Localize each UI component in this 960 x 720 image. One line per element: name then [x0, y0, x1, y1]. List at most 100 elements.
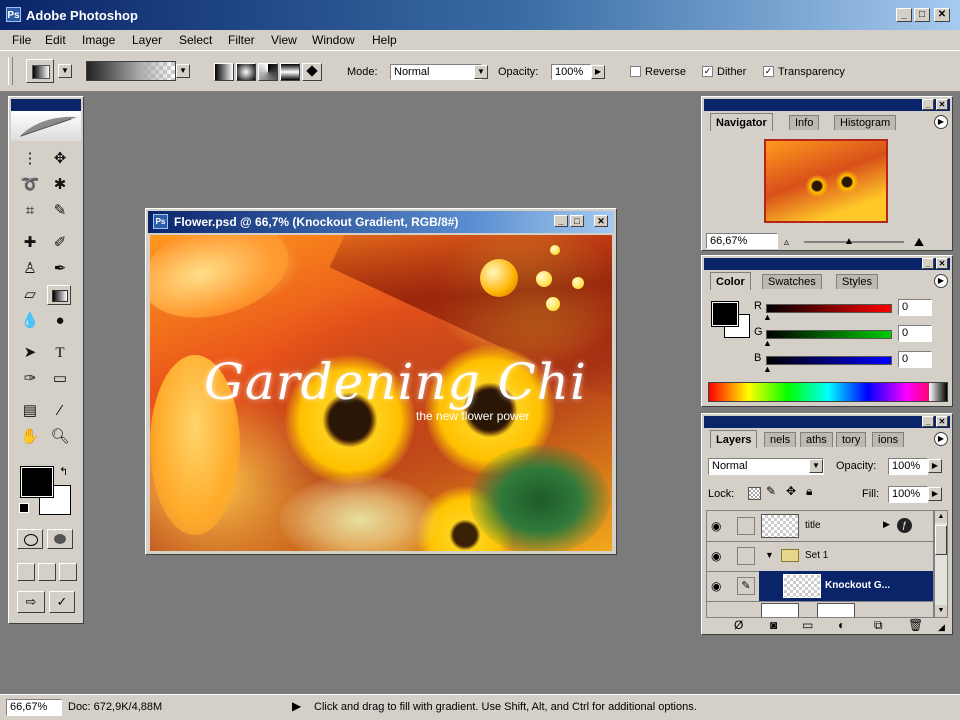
menu-layer[interactable]: Layer	[132, 33, 162, 47]
marquee-tool-icon[interactable]: ⋮	[17, 147, 43, 171]
tab-swatches[interactable]: Swatches	[762, 274, 822, 289]
close-button[interactable]: ✕	[934, 8, 950, 22]
layers-menu-icon[interactable]: ▶	[934, 432, 948, 446]
scroll-up-button[interactable]: ▲	[935, 511, 947, 523]
radial-gradient-button[interactable]	[236, 63, 256, 81]
status-menu-arrow-icon[interactable]: ▶	[292, 699, 301, 713]
brush-tool-icon[interactable]: ✐	[47, 231, 73, 255]
dither-checkbox[interactable]: ✓	[702, 66, 713, 77]
g-slider[interactable]	[766, 330, 892, 339]
menu-select[interactable]: Select	[179, 33, 212, 47]
pen-tool-icon[interactable]: ✑	[17, 367, 43, 391]
new-layer-button[interactable]: ⧉	[874, 618, 883, 633]
color-minimize-button[interactable]: _	[922, 258, 934, 269]
clone-stamp-tool-icon[interactable]: ♙	[17, 257, 43, 281]
image-canvas[interactable]: Gardening Chi the new flower power	[150, 235, 612, 551]
layer-row[interactable]: ◉ ▼ Set 1	[707, 541, 933, 572]
reflected-gradient-button[interactable]	[280, 63, 300, 81]
menu-filter[interactable]: Filter	[228, 33, 255, 47]
color-panel-title-bar[interactable]: _ ✕	[704, 258, 950, 270]
lasso-tool-icon[interactable]: ➰	[17, 173, 43, 197]
status-zoom-input[interactable]: 66,67%	[6, 699, 62, 716]
layer-opacity-input[interactable]: 100%	[888, 458, 928, 475]
tab-layers[interactable]: Layers	[710, 430, 758, 448]
adobe-feather-logo[interactable]	[11, 111, 81, 141]
doc-minimize-button[interactable]: _	[554, 215, 568, 227]
mode-dropdown[interactable]: ▼	[474, 65, 488, 79]
path-selection-tool-icon[interactable]: ➤	[17, 341, 43, 365]
shape-tool-icon[interactable]: ▭	[47, 367, 73, 391]
tab-navigator[interactable]: Navigator	[710, 113, 773, 131]
eye-icon[interactable]: ◉	[711, 519, 721, 533]
history-brush-tool-icon[interactable]: ✒	[47, 257, 73, 281]
zoom-tool-icon[interactable]: 🔍︎	[47, 425, 73, 449]
layer-style-icon[interactable]: ƒ	[897, 518, 912, 533]
lock-pixels-icon[interactable]: ✎	[766, 484, 776, 498]
navigator-zoom-input[interactable]: 66,67%	[706, 233, 778, 249]
menu-view[interactable]: View	[271, 33, 297, 47]
g-value-input[interactable]: 0	[898, 325, 932, 342]
default-colors-icon[interactable]	[19, 503, 29, 513]
linear-gradient-button[interactable]	[214, 63, 234, 81]
zoom-slider-thumb[interactable]: ▲	[844, 236, 854, 247]
eyedropper-tool-icon[interactable]: ⁄	[47, 399, 73, 423]
slice-tool-icon[interactable]: ✎	[47, 199, 73, 223]
angle-gradient-button[interactable]	[258, 63, 278, 81]
imageready-icon[interactable]: ✓	[49, 591, 75, 613]
eye-icon[interactable]: ◉	[711, 549, 721, 563]
move-tool-icon[interactable]: ✥	[47, 147, 73, 171]
layer-row-partial[interactable]	[707, 601, 933, 617]
layer-row[interactable]: ◉ title ▶ ƒ	[707, 511, 933, 542]
menu-window[interactable]: Window	[312, 33, 355, 47]
layer-row-selected[interactable]: ◉ ✎ Knockout G...	[707, 571, 933, 602]
link-slot[interactable]	[737, 517, 755, 535]
swap-colors-icon[interactable]: ↰	[59, 465, 68, 478]
diamond-gradient-button[interactable]	[302, 63, 322, 81]
tab-actions[interactable]: ions	[872, 432, 905, 447]
standard-mode-button[interactable]	[17, 529, 43, 549]
screen-mode-full-button[interactable]	[59, 563, 77, 581]
mode-select[interactable]: Normal	[390, 64, 482, 80]
brush-icon[interactable]: ✎	[737, 577, 755, 595]
gradient-tool-button[interactable]	[47, 285, 71, 305]
lock-transparency-icon[interactable]	[748, 487, 761, 500]
b-value-input[interactable]: 0	[898, 351, 932, 368]
lock-all-icon[interactable]: 🔒︎	[806, 484, 812, 499]
doc-maximize-button[interactable]: □	[570, 215, 584, 227]
menu-file[interactable]: File	[12, 33, 31, 47]
gradient-picker-dropdown[interactable]: ▼	[176, 64, 190, 78]
document-title-bar[interactable]: Ps Flower.psd @ 66,7% (Knockout Gradient…	[148, 211, 614, 233]
lock-position-icon[interactable]: ✥	[786, 484, 796, 498]
expand-effects-icon[interactable]: ▶	[883, 519, 890, 530]
fill-input[interactable]: 100%	[888, 486, 928, 503]
tab-histogram[interactable]: Histogram	[834, 115, 897, 130]
layers-minimize-button[interactable]: _	[922, 416, 934, 427]
crop-tool-icon[interactable]: ⌗	[17, 199, 43, 223]
zoom-in-icon[interactable]: ⛰	[914, 235, 924, 250]
navigator-menu-icon[interactable]: ▶	[934, 115, 948, 129]
color-fg-swatch[interactable]	[711, 301, 739, 327]
blur-tool-icon[interactable]: 💧	[17, 309, 43, 333]
zoom-out-icon[interactable]: ▵	[784, 237, 789, 248]
add-mask-button[interactable]: ◙	[770, 618, 777, 632]
blend-mode-dropdown[interactable]: ▼	[809, 459, 823, 473]
new-adjustment-layer-button[interactable]: ◐	[838, 618, 845, 632]
color-close-button[interactable]: ✕	[936, 258, 948, 269]
tab-styles[interactable]: Styles	[836, 274, 878, 289]
notes-tool-icon[interactable]: ▤	[17, 399, 43, 423]
layers-scrollbar[interactable]: ▲ ▼	[934, 510, 948, 618]
eraser-tool-icon[interactable]: ▱	[17, 283, 43, 307]
color-menu-icon[interactable]: ▶	[934, 274, 948, 288]
r-slider-thumb[interactable]: ▲	[763, 312, 772, 322]
magic-wand-tool-icon[interactable]: ✱	[47, 173, 73, 197]
screen-mode-standard-button[interactable]	[17, 563, 35, 581]
menu-image[interactable]: Image	[82, 33, 115, 47]
b-slider[interactable]	[766, 356, 892, 365]
tool-preset-dropdown[interactable]: ▼	[58, 64, 72, 78]
navigator-close-button[interactable]: ✕	[936, 99, 948, 110]
reverse-checkbox[interactable]	[630, 66, 641, 77]
transparency-checkbox[interactable]: ✓	[763, 66, 774, 77]
tab-info[interactable]: Info	[789, 115, 820, 130]
tab-channels[interactable]: nels	[764, 432, 797, 447]
layers-close-button[interactable]: ✕	[936, 416, 948, 427]
